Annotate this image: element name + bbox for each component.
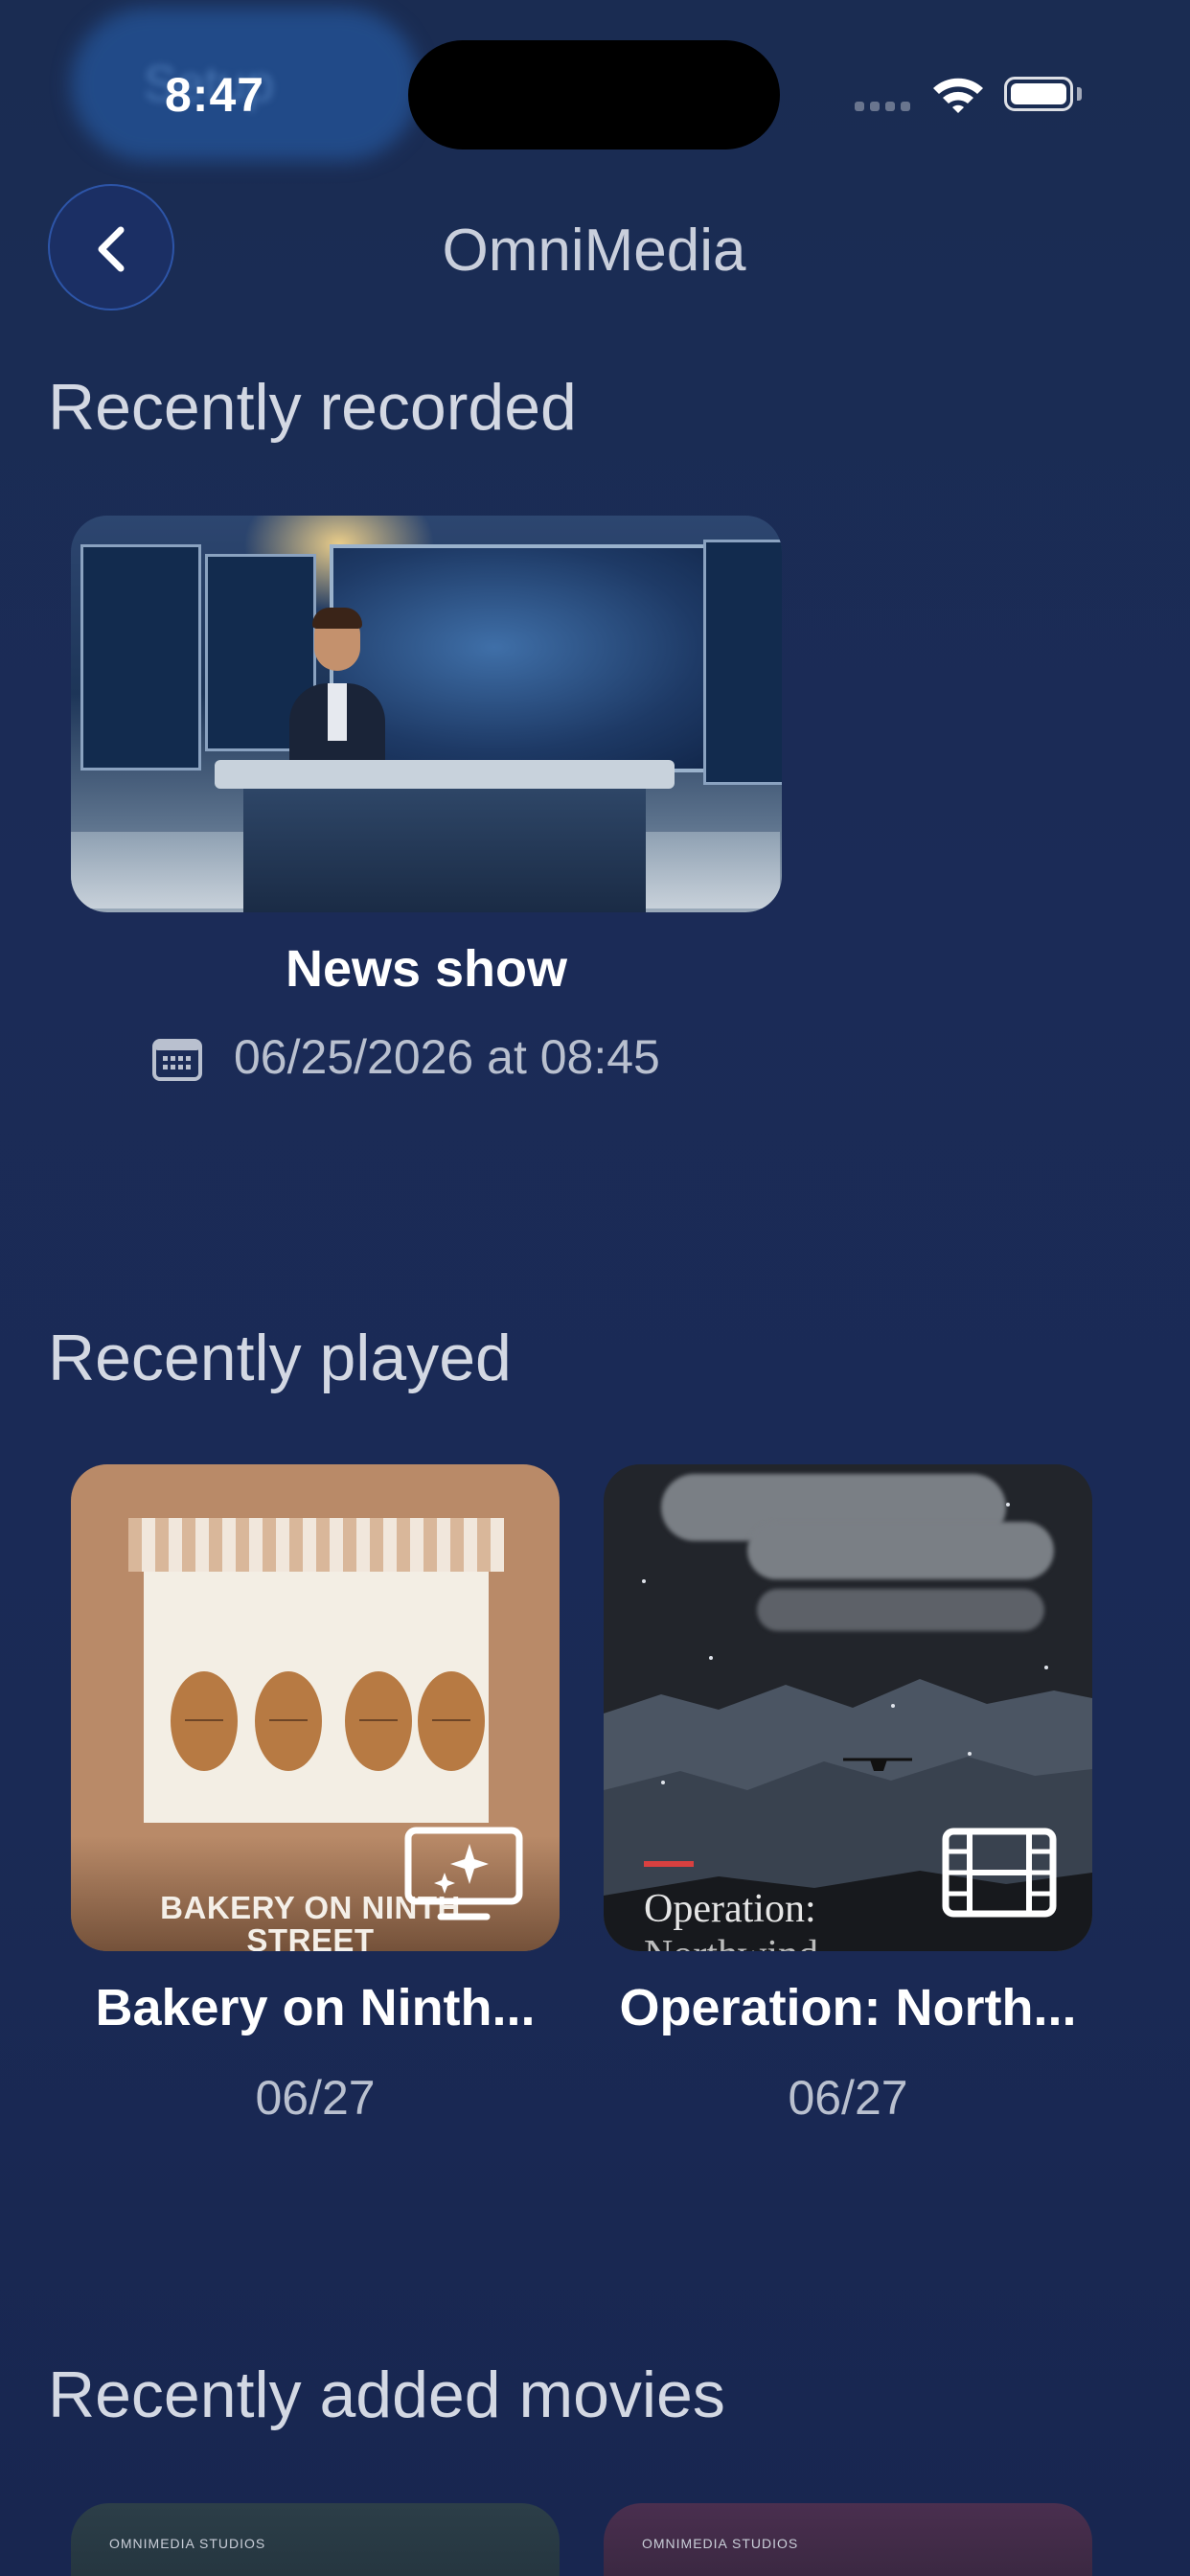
played-date-operation: 06/27 (788, 2071, 908, 2125)
played-thumbnail-operation[interactable]: Operation: Northwind (604, 1464, 1092, 1951)
movie-card-1-studio: OMNIMEDIA STUDIOS (109, 2536, 266, 2551)
played-date-bakery: 06/27 (255, 2071, 376, 2125)
operation-thumbnail-caption: Operation: (644, 1887, 816, 1931)
recording-title[interactable]: News show (71, 939, 782, 999)
section-title-recently-played: Recently played (48, 1322, 512, 1394)
page-title: OmniMedia (442, 218, 746, 284)
movie-card-2[interactable]: OMNIMEDIA STUDIOS (604, 2503, 1092, 2576)
wifi-icon (931, 75, 985, 115)
played-title-bakery[interactable]: Bakery on Ninth... (71, 1978, 560, 2037)
calendar-icon (151, 1035, 203, 1083)
status-time: 8:47 (165, 68, 265, 122)
section-title-recently-added-movies: Recently added movies (48, 2358, 725, 2431)
dynamic-island (408, 40, 780, 150)
recording-thumbnail-news-show[interactable] (71, 516, 782, 912)
movie-card-2-studio: OMNIMEDIA STUDIOS (642, 2536, 799, 2551)
back-button[interactable] (48, 184, 174, 310)
played-title-operation[interactable]: Operation: North... (604, 1978, 1092, 2037)
chevron-left-icon (98, 226, 125, 272)
recording-date: 06/25/2026 at 08:45 (234, 1030, 660, 1084)
battery-icon (1004, 77, 1073, 111)
battery-cap (1077, 87, 1082, 101)
movie-card-1[interactable]: OMNIMEDIA STUDIOS (71, 2503, 560, 2576)
operation-thumbnail-caption-2: Northwind (644, 1932, 818, 1951)
tv-sparkles-icon (402, 1825, 525, 1929)
section-title-recently-recorded: Recently recorded (48, 371, 577, 444)
film-icon (941, 1827, 1058, 1923)
played-thumbnail-bakery[interactable]: BAKERY ON NINTH STREET (71, 1464, 560, 1951)
cellular-signal-icon (855, 102, 912, 113)
